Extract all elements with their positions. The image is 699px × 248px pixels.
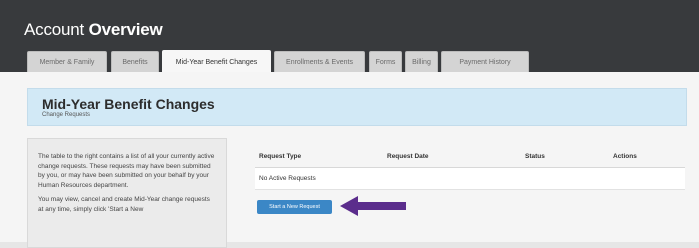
tab-forms[interactable]: Forms bbox=[369, 51, 402, 72]
left-arrow-icon bbox=[340, 196, 406, 216]
column-request-date: Request Date bbox=[383, 146, 521, 168]
requests-table: Request Type Request Date Status Actions… bbox=[255, 146, 685, 190]
tab-label: Forms bbox=[375, 58, 396, 66]
tab-mid-year-benefit-changes[interactable]: Mid-Year Benefit Changes bbox=[162, 50, 271, 73]
tab-benefits[interactable]: Benefits bbox=[111, 51, 159, 72]
table-header-row: Request Type Request Date Status Actions bbox=[255, 146, 685, 168]
empty-message: No Active Requests bbox=[255, 167, 685, 190]
help-text: The table to the right contains a list o… bbox=[38, 153, 215, 189]
tab-payment-history[interactable]: Payment History bbox=[441, 51, 529, 72]
section-banner: Mid-Year Benefit Changes Change Requests bbox=[27, 88, 687, 126]
tab-label: Enrollments & Events bbox=[286, 58, 353, 66]
tab-label: Member & Family bbox=[39, 58, 95, 66]
column-status: Status bbox=[521, 146, 609, 168]
section-title: Mid-Year Benefit Changes bbox=[42, 96, 215, 112]
app-header: Account Overview Member & Family Benefit… bbox=[0, 0, 699, 73]
tab-label: Payment History bbox=[459, 58, 511, 66]
tab-member-family[interactable]: Member & Family bbox=[27, 51, 107, 72]
start-new-request-button[interactable]: Start a New Request bbox=[257, 200, 332, 214]
column-request-type: Request Type bbox=[255, 146, 383, 168]
tab-label: Billing bbox=[412, 58, 431, 66]
help-panel: The table to the right contains a list o… bbox=[27, 138, 227, 248]
tab-billing[interactable]: Billing bbox=[405, 51, 438, 72]
table-row: No Active Requests bbox=[255, 167, 685, 190]
tab-label: Mid-Year Benefit Changes bbox=[175, 58, 258, 66]
help-text: You may view, cancel and create Mid-Year… bbox=[38, 196, 210, 213]
section-subtitle: Change Requests bbox=[42, 112, 91, 118]
tab-enrollments-events[interactable]: Enrollments & Events bbox=[274, 51, 365, 72]
tab-label: Benefits bbox=[122, 58, 148, 66]
column-actions: Actions bbox=[609, 146, 685, 168]
page-title: Account Overview bbox=[24, 20, 163, 39]
